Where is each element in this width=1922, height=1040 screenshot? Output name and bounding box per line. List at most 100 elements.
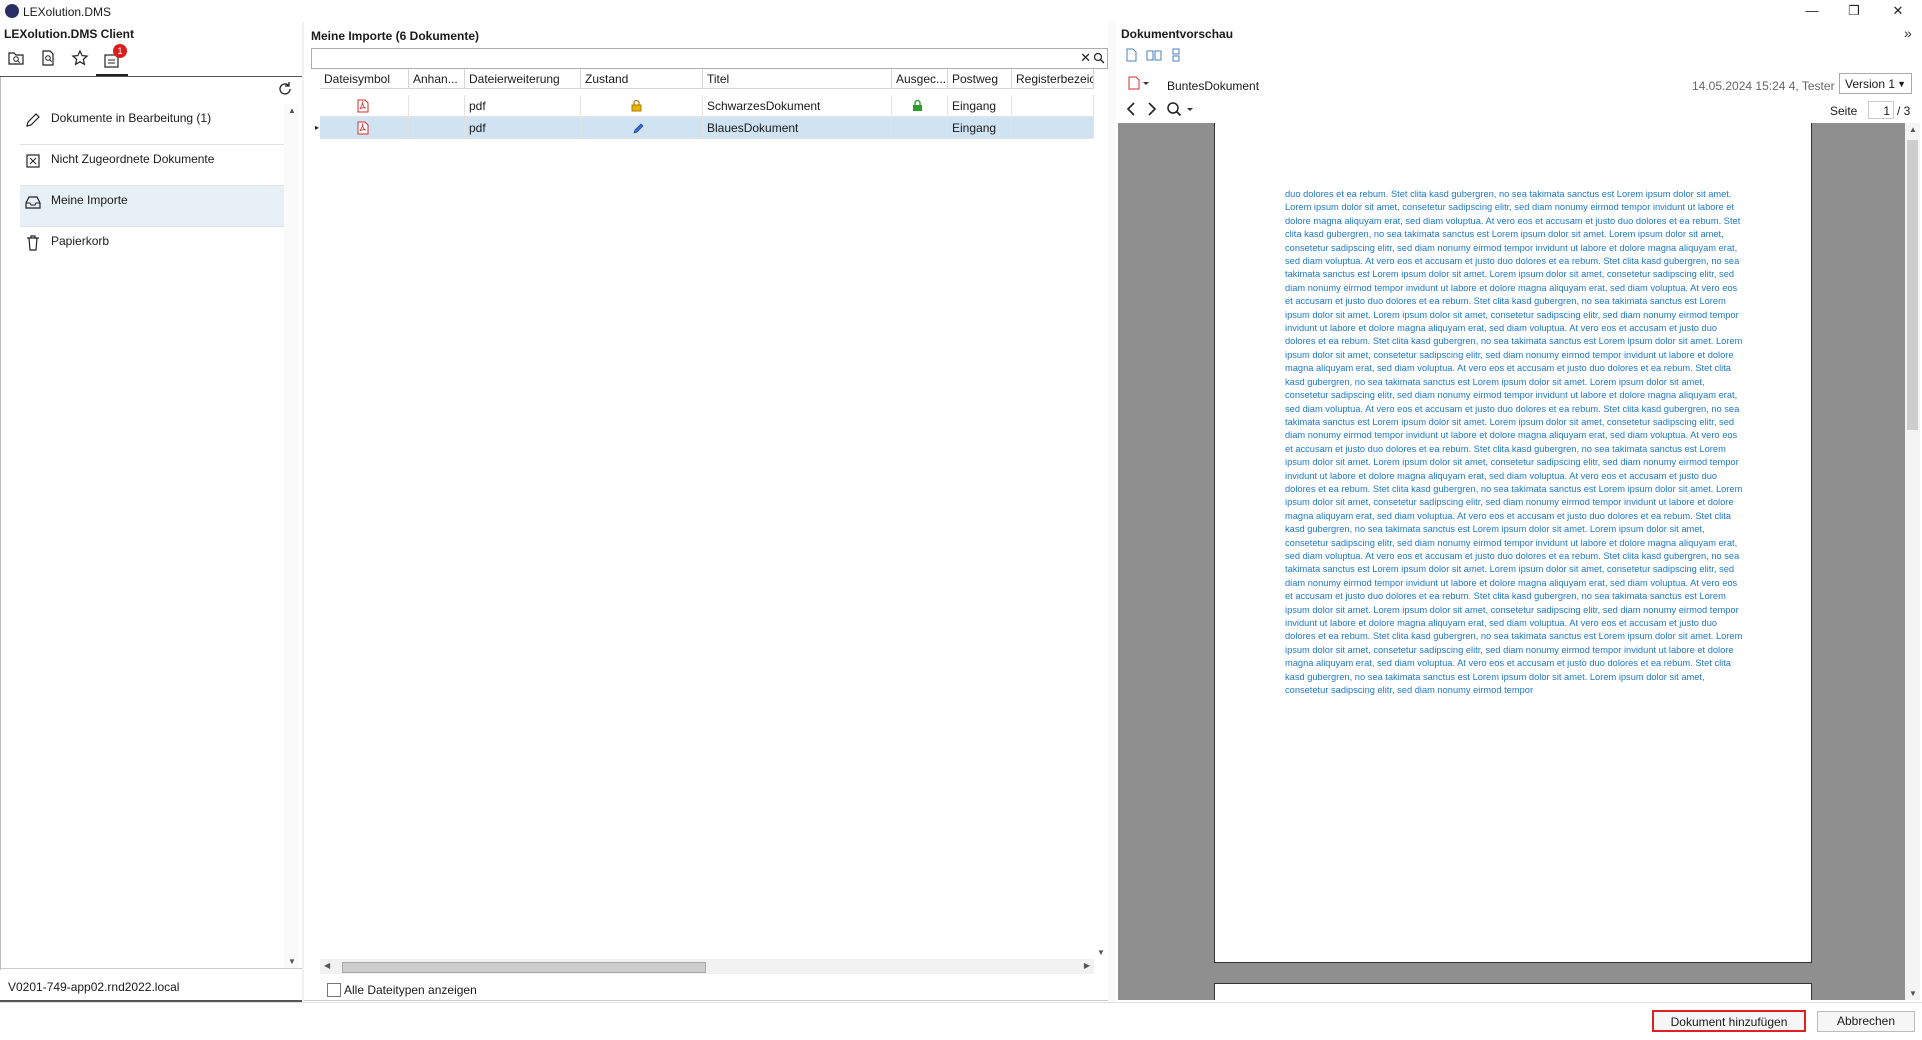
server-host-label: V0201-749-app02.rnd2022.local <box>8 980 180 994</box>
chevron-down-icon: ▼ <box>1897 79 1906 89</box>
inbox-icon <box>25 196 41 209</box>
attachment-cell <box>409 95 465 117</box>
column-header[interactable]: Zustand <box>581 69 703 89</box>
cancel-button[interactable]: Abbrechen <box>1817 1011 1915 1032</box>
pdf-type-dropdown[interactable] <box>1128 76 1150 93</box>
nav-item-label: Dokumente in Bearbeitung (1) <box>51 111 212 125</box>
folder-search-icon[interactable] <box>7 49 27 69</box>
title-cell: SchwarzesDokument <box>703 95 892 117</box>
state-cell <box>581 95 703 117</box>
register-cell <box>1012 95 1094 117</box>
refresh-icon[interactable] <box>276 80 294 101</box>
column-header[interactable]: Dateisymbol <box>320 69 409 89</box>
search-icon[interactable] <box>1093 52 1105 64</box>
lock-icon <box>631 99 642 112</box>
documents-grid: Dateisymbol Anhan... Dateierweiterung Zu… <box>315 69 1094 959</box>
unassigned-doc-icon <box>26 154 40 168</box>
imports-title: Meine Importe (6 Dokumente) <box>311 29 480 43</box>
document-search-icon[interactable] <box>39 49 59 69</box>
preview-title: Dokumentvorschau <box>1121 27 1234 41</box>
postweg-cell: Eingang <box>948 95 1012 117</box>
nav-item-label: Papierkorb <box>51 234 110 248</box>
minimize-button[interactable]: — <box>1792 2 1832 20</box>
two-page-view-icon[interactable] <box>1146 48 1162 62</box>
state-cell <box>581 117 703 139</box>
file-icon-cell <box>320 95 409 117</box>
single-page-view-icon[interactable] <box>1124 48 1138 62</box>
nav-item-label: Nicht Zugeordnete Dokumente <box>51 152 215 166</box>
divider <box>304 1000 1116 1001</box>
attachment-cell <box>409 117 465 139</box>
page-number-input[interactable]: 1 <box>1868 101 1894 119</box>
scroll-down-icon[interactable]: ▼ <box>288 957 296 966</box>
title-cell: BlauesDokument <box>703 117 892 139</box>
extension-cell: pdf <box>465 117 581 139</box>
nav-item-unassigned[interactable]: Nicht Zugeordnete Dokumente <box>20 145 284 186</box>
scroll-left-icon[interactable]: ◀ <box>324 961 330 970</box>
column-header[interactable]: Registerbezeichr <box>1012 69 1094 89</box>
column-header[interactable]: Titel <box>703 69 892 89</box>
nav-item-in-progress[interactable]: Dokumente in Bearbeitung (1) <box>20 104 284 145</box>
collapse-panel-icon[interactable]: » <box>1904 25 1912 41</box>
row-pointer-icon: ▸ <box>315 123 320 132</box>
scroll-thumb[interactable] <box>342 962 706 973</box>
window-title: LEXolution.DMS <box>23 5 112 19</box>
document-page: duo dolores et ea rebum. Stet clita kasd… <box>1214 123 1812 963</box>
version-select[interactable]: Version 1 ▼ <box>1839 73 1912 94</box>
add-document-button[interactable]: Dokument hinzufügen <box>1652 1010 1806 1032</box>
pdf-icon <box>357 121 369 135</box>
checked-out-cell <box>892 95 948 117</box>
document-viewer[interactable]: duo dolores et ea rebum. Stet clita kasd… <box>1118 123 1905 1000</box>
checked-out-cell <box>892 117 948 139</box>
pdf-icon <box>357 99 369 113</box>
divider <box>0 1002 1922 1003</box>
column-header[interactable]: Postweg <box>948 69 1012 89</box>
extension-cell: pdf <box>465 95 581 117</box>
close-button[interactable]: ✕ <box>1878 2 1918 20</box>
pencil-icon <box>26 113 40 127</box>
zoom-icon[interactable] <box>1166 101 1196 120</box>
client-title: LEXolution.DMS Client <box>4 27 134 41</box>
panel-splitter[interactable] <box>302 22 304 1002</box>
divider <box>0 968 302 969</box>
green-lock-icon <box>913 99 922 111</box>
checkbox-label: Alle Dateitypen anzeigen <box>344 983 477 997</box>
title-bar: LEXolution.DMS — ❐ ✕ <box>0 0 1922 22</box>
nav-item-trash[interactable]: Papierkorb <box>20 227 284 267</box>
nav-item-label: Meine Importe <box>51 193 128 207</box>
scroll-up-icon[interactable]: ▲ <box>1909 125 1917 134</box>
scroll-down-icon[interactable]: ▼ <box>1909 989 1917 998</box>
panel-splitter[interactable] <box>1108 22 1116 1002</box>
nav-list: Dokumente in Bearbeitung (1) Nicht Zugeo… <box>0 104 284 964</box>
next-page-icon[interactable] <box>1146 101 1158 120</box>
version-value: Version 1 <box>1845 77 1896 91</box>
trash-icon <box>27 235 39 251</box>
clear-icon[interactable]: ✕ <box>1080 50 1091 66</box>
page-text: duo dolores et ea rebum. Stet clita kasd… <box>1285 189 1743 696</box>
page-label: Seite <box>1830 104 1858 118</box>
show-all-filetypes-checkbox[interactable] <box>327 983 341 997</box>
register-cell <box>1012 117 1094 139</box>
column-header[interactable]: Anhan... <box>409 69 465 89</box>
scroll-thumb[interactable] <box>1907 140 1918 430</box>
table-row[interactable]: pdf BlauesDokument Eingang <box>320 117 1094 139</box>
search-input[interactable]: ✕ <box>311 48 1108 69</box>
star-icon[interactable] <box>71 49 91 69</box>
scroll-up-icon[interactable]: ▲ <box>288 106 296 115</box>
column-header[interactable]: Dateierweiterung <box>465 69 581 89</box>
restore-button[interactable]: ❐ <box>1834 2 1874 20</box>
pdf-icon <box>1128 76 1149 90</box>
nav-scrollbar[interactable]: ▲ ▼ <box>284 104 299 968</box>
prev-page-icon[interactable] <box>1125 101 1137 120</box>
continuous-view-icon[interactable] <box>1170 48 1184 62</box>
nav-item-my-imports[interactable]: Meine Importe <box>20 186 284 227</box>
file-icon-cell <box>320 117 409 139</box>
scroll-right-icon[interactable]: ▶ <box>1084 961 1090 970</box>
grid-scrollbar[interactable]: ▼ <box>1094 69 1108 959</box>
column-header[interactable]: Ausgec... <box>892 69 948 89</box>
scroll-down-icon[interactable]: ▼ <box>1097 948 1105 957</box>
document-page <box>1214 983 1812 1000</box>
postweg-cell: Eingang <box>948 117 1012 139</box>
document-name: BuntesDokument <box>1167 79 1260 93</box>
table-row[interactable]: pdf SchwarzesDokument Eingang <box>320 95 1094 117</box>
